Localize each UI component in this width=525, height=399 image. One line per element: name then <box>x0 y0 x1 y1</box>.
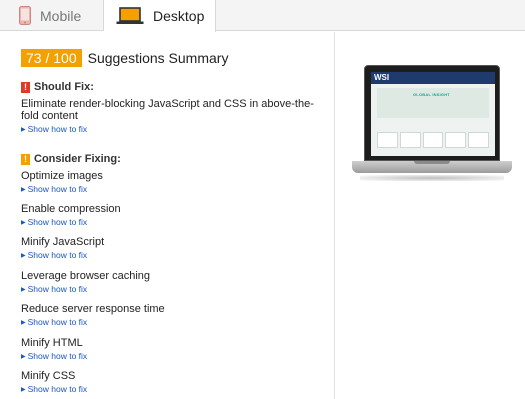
suggestions-panel: 73 / 100 Suggestions Summary ! Should Fi… <box>0 32 334 399</box>
link-label: Show how to fix <box>27 250 88 260</box>
rule-title: Optimize images <box>21 170 103 182</box>
triangle-right-icon: ▶ <box>21 252 26 259</box>
rule-title: Leverage browser caching <box>21 270 151 282</box>
rule-minify-css: Minify CSS ▶ Show how to fix <box>21 370 321 394</box>
site-feature-boxes <box>377 132 489 148</box>
tab-desktop[interactable]: Desktop <box>104 0 216 32</box>
rule-title: Minify HTML <box>21 337 83 349</box>
website-screenshot: WSI GLOBAL INSIGHT <box>371 72 495 156</box>
triangle-right-icon: ▶ <box>21 386 26 393</box>
site-logo: WSI <box>374 73 390 82</box>
triangle-right-icon: ▶ <box>21 219 26 226</box>
triangle-right-icon: ▶ <box>21 319 26 326</box>
show-how-to-fix-link[interactable]: ▶ Show how to fix <box>21 217 321 227</box>
show-how-to-fix-link[interactable]: ▶ Show how to fix <box>21 284 321 294</box>
show-how-to-fix-link[interactable]: ▶ Show how to fix <box>21 317 321 327</box>
rule-server-response: Reduce server response time ▶ Show how t… <box>21 303 321 327</box>
rule-optimize-images: Optimize images ▶ Show how to fix <box>21 170 321 194</box>
link-label: Show how to fix <box>27 351 88 361</box>
show-how-to-fix-link[interactable]: ▶ Show how to fix <box>21 351 321 361</box>
link-label: Show how to fix <box>27 317 88 327</box>
rule-enable-compression: Enable compression ▶ Show how to fix <box>21 203 321 227</box>
show-how-to-fix-link[interactable]: ▶ Show how to fix <box>21 250 321 260</box>
rule-title: Minify CSS <box>21 370 76 382</box>
site-tagline: GLOBAL INSIGHT <box>413 92 450 97</box>
rule-title: Enable compression <box>21 203 121 215</box>
suggestions-summary: 73 / 100 Suggestions Summary <box>21 49 228 67</box>
rule-title: Eliminate render-blocking JavaScript and… <box>21 98 314 122</box>
site-header: WSI <box>371 72 495 84</box>
tab-bar: Mobile Desktop <box>0 0 525 32</box>
consider-fixing-heading: ! Consider Fixing: <box>21 153 121 165</box>
feature-box <box>377 132 398 148</box>
link-label: Show how to fix <box>27 384 88 394</box>
score-badge: 73 / 100 <box>21 49 82 67</box>
summary-title: Suggestions Summary <box>87 50 229 66</box>
consider-fixing-title: Consider Fixing: <box>34 153 121 165</box>
rule-render-blocking: Eliminate render-blocking JavaScript and… <box>21 98 321 134</box>
tab-mobile[interactable]: Mobile <box>0 0 104 31</box>
triangle-right-icon: ▶ <box>21 353 26 360</box>
feature-box <box>445 132 467 148</box>
should-fix-title: Should Fix: <box>34 81 94 93</box>
rule-minify-javascript: Minify JavaScript ▶ Show how to fix <box>21 236 321 260</box>
show-how-to-fix-link[interactable]: ▶ Show how to fix <box>21 124 321 134</box>
laptop-notch <box>414 161 450 164</box>
link-label: Show how to fix <box>27 184 88 194</box>
laptop-shadow <box>360 175 504 181</box>
link-label: Show how to fix <box>27 124 88 134</box>
triangle-right-icon: ▶ <box>21 126 26 133</box>
tab-mobile-label: Mobile <box>40 7 82 24</box>
warning-red-icon: ! <box>21 81 30 93</box>
panel-divider <box>334 32 335 399</box>
feature-box <box>399 132 421 148</box>
should-fix-heading: ! Should Fix: <box>21 81 94 93</box>
warning-orange-icon: ! <box>21 153 30 165</box>
rule-minify-html: Minify HTML ▶ Show how to fix <box>21 337 321 361</box>
link-label: Show how to fix <box>27 217 88 227</box>
triangle-right-icon: ▶ <box>21 186 26 193</box>
rule-title: Minify JavaScript <box>21 236 105 248</box>
mobile-phone-icon <box>19 6 31 25</box>
link-label: Show how to fix <box>27 284 88 294</box>
feature-box <box>468 132 489 148</box>
rule-title: Reduce server response time <box>21 303 165 315</box>
rule-browser-caching: Leverage browser caching ▶ Show how to f… <box>21 270 321 294</box>
laptop-screen-frame: WSI GLOBAL INSIGHT <box>364 65 500 161</box>
feature-box <box>422 132 444 148</box>
laptop-icon <box>116 7 144 24</box>
desktop-preview: WSI GLOBAL INSIGHT <box>352 65 512 185</box>
triangle-right-icon: ▶ <box>21 286 26 293</box>
show-how-to-fix-link[interactable]: ▶ Show how to fix <box>21 184 321 194</box>
show-how-to-fix-link[interactable]: ▶ Show how to fix <box>21 384 321 394</box>
tab-desktop-label: Desktop <box>153 8 205 24</box>
